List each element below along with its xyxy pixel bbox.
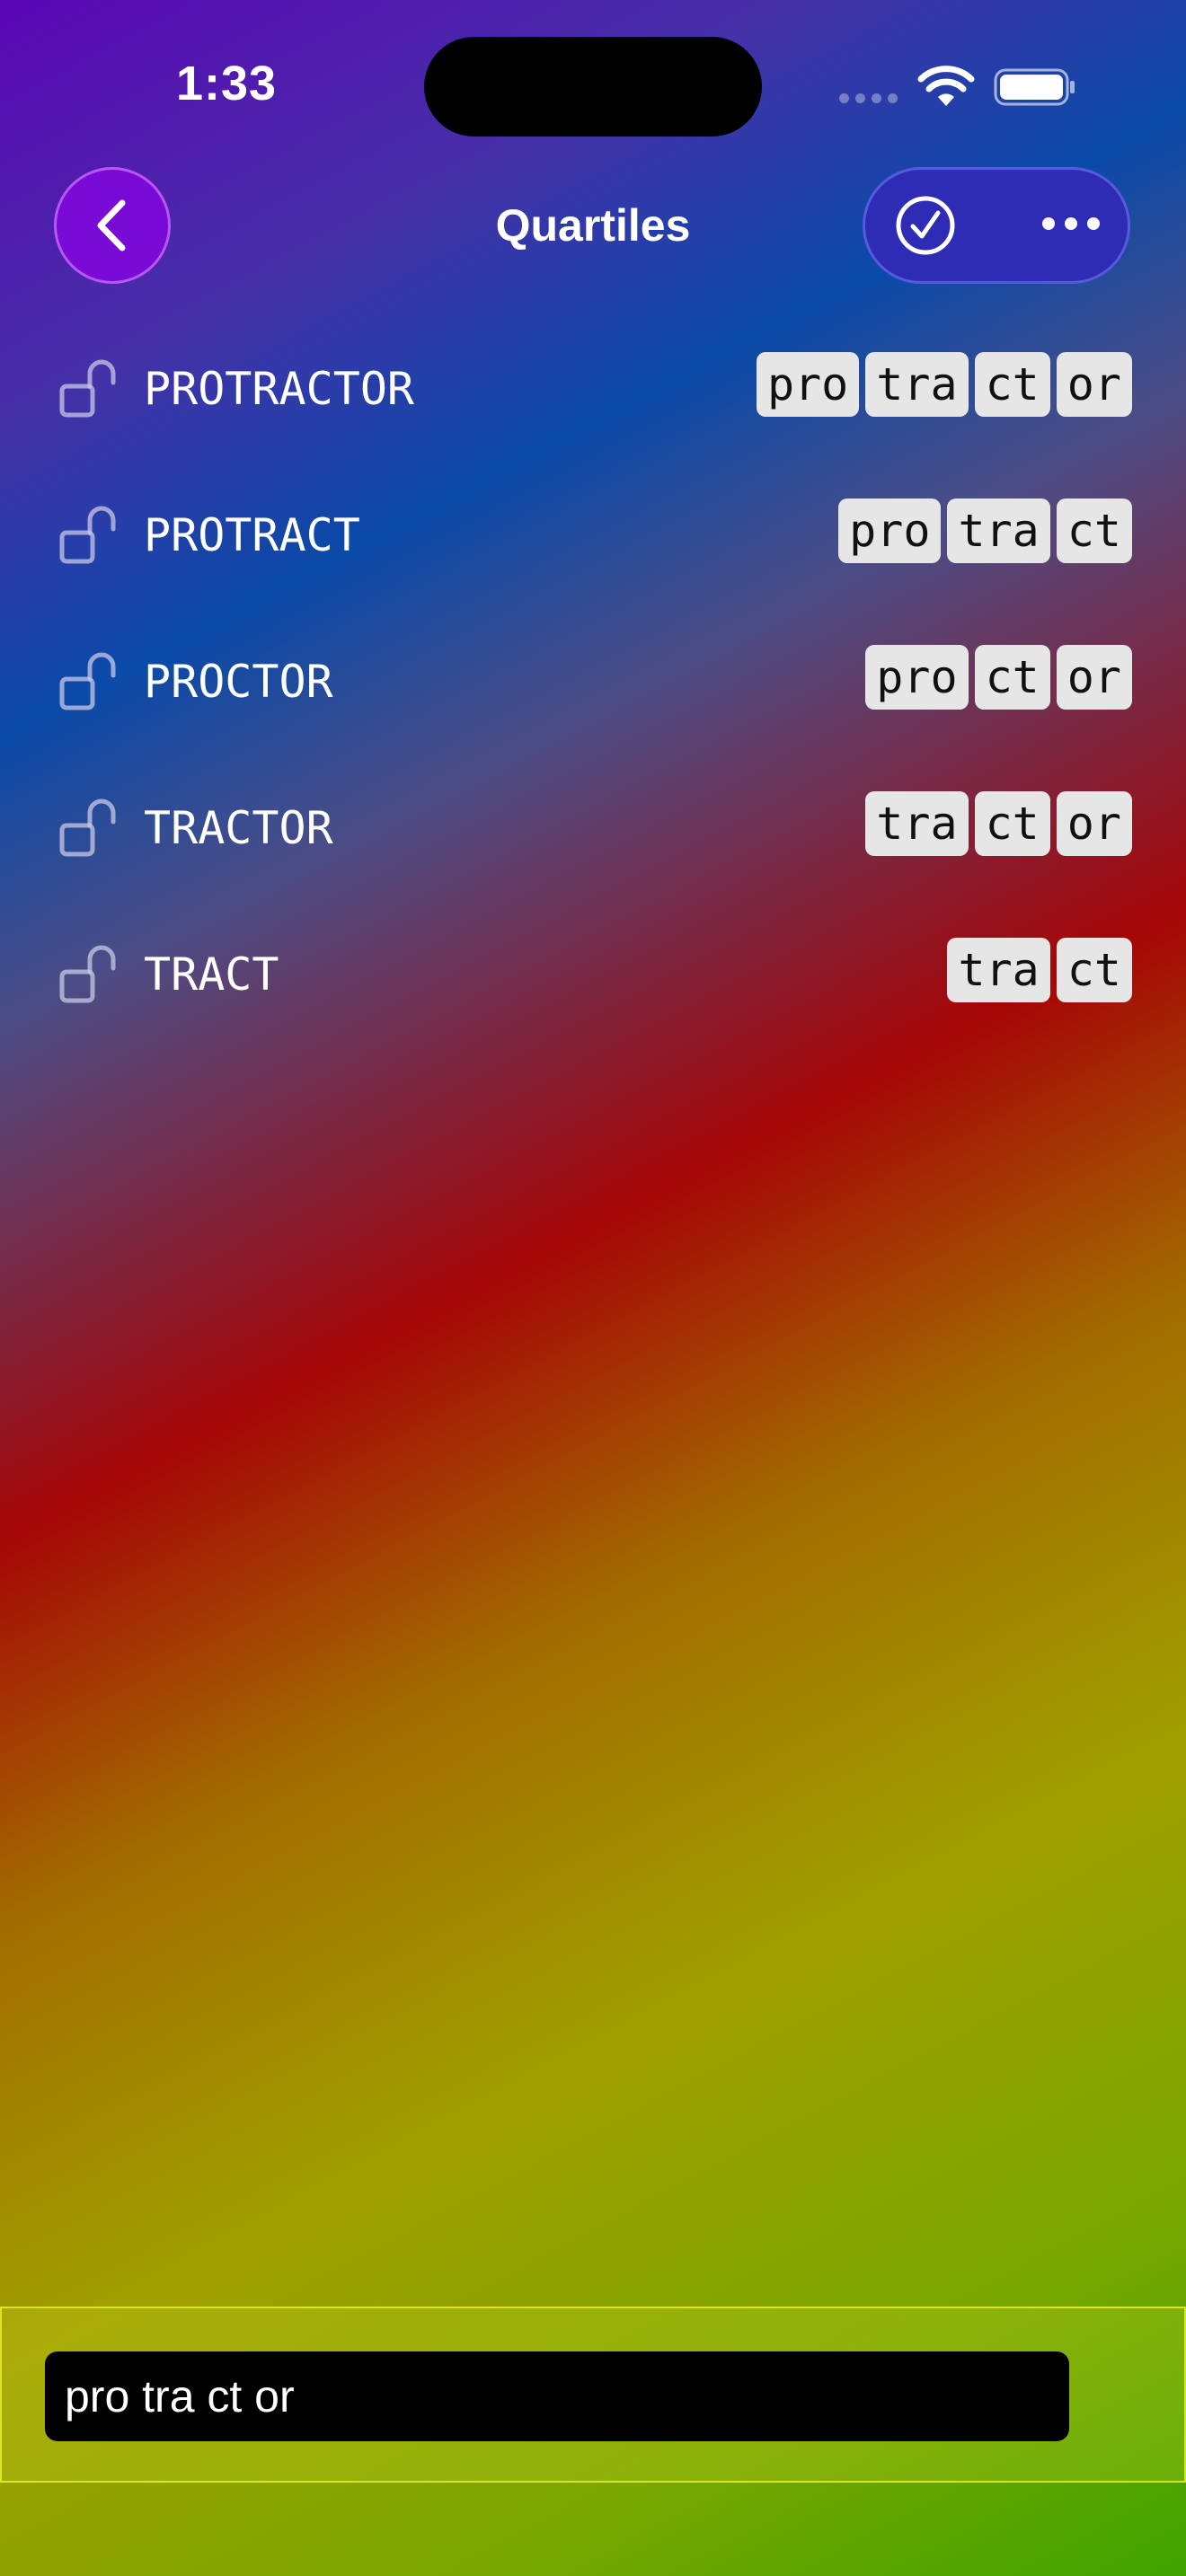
input-bar: pro tra ct or xyxy=(0,2307,1186,2483)
letter-tile: or xyxy=(1056,352,1132,417)
word-row[interactable]: TRACT tra ct xyxy=(0,918,1186,1026)
lock-open-icon xyxy=(59,798,116,857)
lock-open-icon xyxy=(59,506,116,564)
letter-tile: tra xyxy=(865,791,969,856)
lock-open-icon xyxy=(59,652,116,710)
letter-tile: or xyxy=(1056,645,1132,710)
tile-input-field[interactable]: pro tra ct or xyxy=(45,2351,1069,2441)
tile-group: tra ct or xyxy=(865,791,1132,856)
more-button[interactable] xyxy=(1042,217,1100,230)
word-row[interactable]: PROCTOR pro ct or xyxy=(0,625,1186,733)
letter-tile: ct xyxy=(974,791,1050,856)
letter-tile: tra xyxy=(947,498,1050,563)
letter-tile: or xyxy=(1056,791,1132,856)
lock-open-icon xyxy=(59,945,116,1003)
letter-tile: ct xyxy=(974,352,1050,417)
wifi-icon xyxy=(917,66,975,106)
tile-group: pro tra ct xyxy=(838,498,1132,563)
word-label: PROCTOR xyxy=(144,656,333,708)
tile-group: pro tra ct or xyxy=(756,352,1132,417)
chevron-left-icon xyxy=(97,199,126,251)
letter-tile: pro xyxy=(838,498,942,563)
ellipsis-icon xyxy=(1042,217,1055,230)
word-row[interactable]: PROTRACTOR pro tra ct or xyxy=(0,332,1186,440)
battery-icon xyxy=(994,68,1075,106)
letter-tile: ct xyxy=(1056,498,1132,563)
letter-tile: tra xyxy=(865,352,969,417)
tile-group: pro ct or xyxy=(865,645,1132,710)
dynamic-island xyxy=(424,37,762,137)
page-title: Quartiles xyxy=(495,200,691,251)
lock-open-icon xyxy=(59,359,116,418)
tile-group: tra ct xyxy=(947,938,1132,1002)
letter-tile: tra xyxy=(947,938,1050,1002)
word-label: TRACTOR xyxy=(144,802,333,854)
cellular-signal-icon xyxy=(839,93,898,103)
letter-tile: pro xyxy=(756,352,860,417)
checkmark-circle-icon[interactable] xyxy=(895,195,956,256)
nav-actions xyxy=(863,167,1130,284)
back-button[interactable] xyxy=(54,167,171,284)
letter-tile: pro xyxy=(865,645,969,710)
word-label: PROTRACT xyxy=(144,509,360,561)
word-row[interactable]: PROTRACT pro tra ct xyxy=(0,479,1186,587)
status-time: 1:33 xyxy=(176,57,278,110)
letter-tile: ct xyxy=(1056,938,1132,1002)
word-label: TRACT xyxy=(144,948,279,1001)
word-label: PROTRACTOR xyxy=(144,363,415,415)
word-row[interactable]: TRACTOR tra ct or xyxy=(0,772,1186,879)
letter-tile: ct xyxy=(974,645,1050,710)
